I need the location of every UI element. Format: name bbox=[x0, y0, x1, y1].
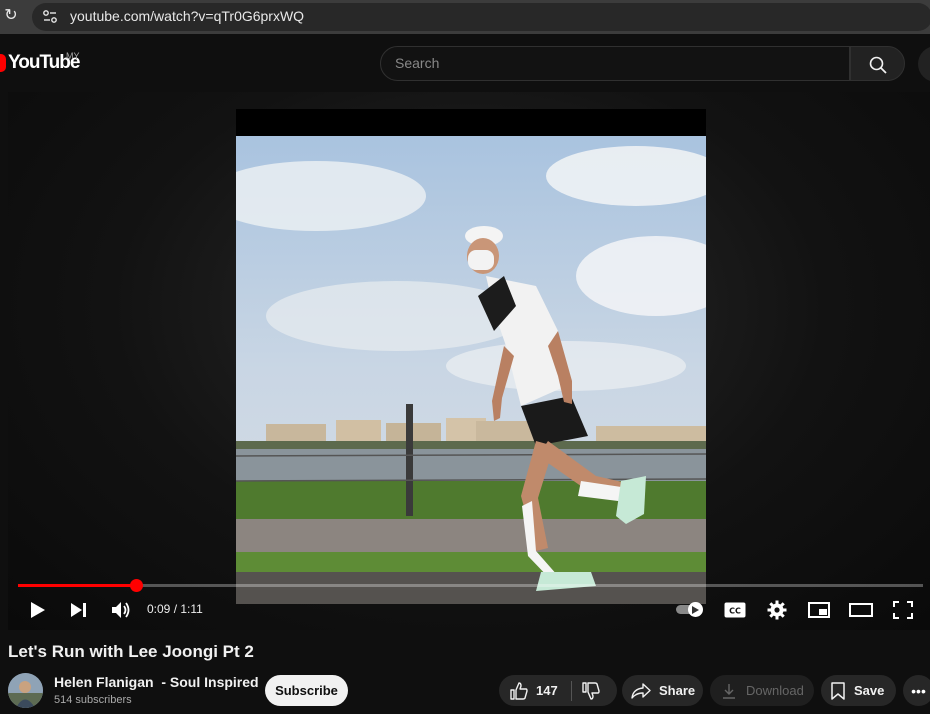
fullscreen-icon bbox=[893, 601, 913, 619]
autoplay-knob bbox=[688, 602, 703, 617]
time-display: 0:09 / 1:11 bbox=[147, 602, 203, 616]
miniplayer-button[interactable] bbox=[807, 598, 831, 622]
more-icon: ••• bbox=[911, 682, 926, 699]
video-title: Let's Run with Lee Joongi Pt 2 bbox=[8, 642, 254, 661]
play-icon bbox=[31, 602, 45, 618]
save-button[interactable]: Save bbox=[821, 675, 896, 706]
subscribe-button[interactable]: Subscribe bbox=[265, 675, 348, 706]
like-count: 147 bbox=[536, 683, 558, 698]
search-placeholder: Search bbox=[395, 55, 440, 71]
autoplay-toggle[interactable] bbox=[676, 602, 706, 617]
download-label: Download bbox=[746, 683, 804, 698]
next-icon bbox=[71, 603, 86, 617]
channel-name[interactable]: Helen Flanigan - Soul Inspired bbox=[54, 674, 259, 690]
fullscreen-button[interactable] bbox=[891, 598, 915, 622]
save-label: Save bbox=[854, 683, 885, 698]
url-text[interactable]: youtube.com/watch?v=qTr0G6prxWQ bbox=[70, 8, 304, 24]
autoplay-play-icon bbox=[692, 605, 699, 614]
voice-search-button[interactable] bbox=[918, 46, 930, 82]
more-actions-button[interactable]: ••• bbox=[903, 675, 930, 706]
reload-icon[interactable]: ↻ bbox=[2, 6, 20, 26]
volume-icon bbox=[112, 602, 130, 618]
progress-fill bbox=[18, 584, 136, 587]
video-thumbnail-runner bbox=[236, 136, 706, 604]
settings-button[interactable] bbox=[765, 598, 789, 622]
site-settings-icon[interactable] bbox=[40, 7, 60, 27]
save-icon bbox=[831, 681, 845, 700]
volume-button[interactable] bbox=[109, 598, 133, 622]
progress-scrubber[interactable] bbox=[130, 579, 143, 592]
download-icon bbox=[723, 683, 735, 699]
time-separator: / bbox=[170, 602, 181, 616]
share-icon bbox=[631, 682, 651, 699]
thumbs-down-icon bbox=[582, 681, 600, 700]
search-icon bbox=[869, 56, 887, 74]
channel-avatar[interactable] bbox=[8, 673, 43, 708]
theater-mode-button[interactable] bbox=[849, 598, 873, 622]
subscriber-count: 514 subscribers bbox=[54, 694, 132, 706]
svg-text:CC: CC bbox=[729, 607, 741, 616]
country-code: MY bbox=[66, 51, 80, 61]
captions-button[interactable]: CC bbox=[723, 598, 747, 622]
browser-toolbar: ↻ youtube.com/watch?v=qTr0G6prxWQ bbox=[0, 0, 930, 34]
video-frame[interactable] bbox=[236, 109, 706, 604]
share-label: Share bbox=[659, 683, 696, 698]
masthead: YouTube MY Search bbox=[0, 34, 930, 92]
player-controls: 0:09 / 1:11 CC bbox=[8, 592, 930, 628]
theater-mode-icon bbox=[849, 603, 873, 617]
search-button[interactable] bbox=[850, 46, 905, 81]
current-time: 0:09 bbox=[147, 602, 171, 616]
next-button[interactable] bbox=[67, 598, 91, 622]
thumbs-up-icon bbox=[510, 681, 528, 700]
play-button[interactable] bbox=[26, 598, 50, 622]
like-button[interactable]: 147 bbox=[499, 675, 558, 706]
gear-icon bbox=[767, 600, 787, 620]
like-dislike-group: 147 bbox=[499, 675, 617, 706]
duration: 1:11 bbox=[180, 602, 203, 616]
search-input[interactable]: Search bbox=[380, 46, 850, 81]
youtube-logo-mark bbox=[0, 54, 6, 72]
miniplayer-icon bbox=[808, 602, 830, 618]
progress-bar[interactable] bbox=[18, 579, 923, 592]
like-divider bbox=[570, 680, 572, 701]
share-button[interactable]: Share bbox=[622, 675, 703, 706]
video-player[interactable]: 0:09 / 1:11 CC bbox=[8, 92, 930, 630]
dislike-button[interactable] bbox=[582, 681, 600, 700]
captions-icon: CC bbox=[724, 602, 746, 618]
letterbox bbox=[236, 109, 706, 136]
download-button[interactable]: Download bbox=[710, 675, 814, 706]
